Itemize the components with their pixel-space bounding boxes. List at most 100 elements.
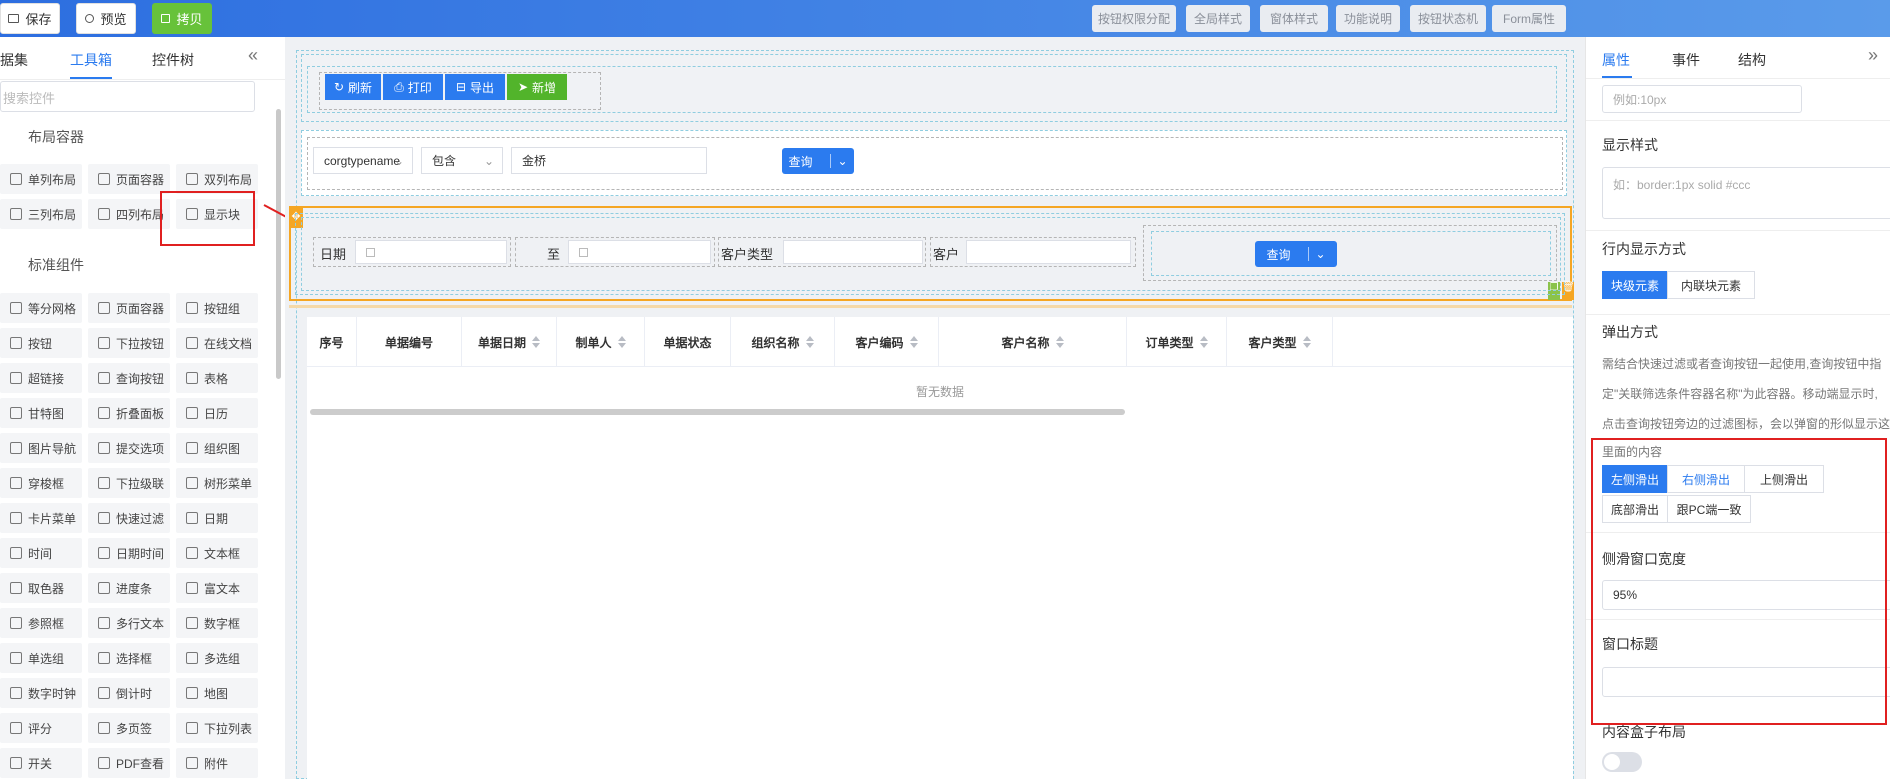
component-item[interactable]: 页面容器 (88, 293, 170, 323)
component-item[interactable]: 多页签 (88, 713, 170, 743)
layout-item[interactable]: 双列布局 (176, 164, 258, 194)
collapse-icon[interactable]: « (248, 45, 258, 66)
customer-input[interactable] (966, 240, 1131, 264)
tab-toolbox[interactable]: 工具箱 (70, 50, 112, 70)
component-item[interactable]: 日期时间 (88, 538, 170, 568)
save-button[interactable]: 保存 (0, 3, 60, 34)
col-doc-date[interactable]: 单据日期 (462, 317, 557, 367)
component-item[interactable]: 日历 (176, 398, 258, 428)
component-item[interactable]: 按钮组 (176, 293, 258, 323)
export-button[interactable]: ⊟ 导出 (445, 74, 505, 100)
filter-value-input[interactable]: 金桥 (511, 147, 707, 174)
component-item[interactable]: 穿梭框 (0, 468, 82, 498)
sort-icon[interactable] (1302, 336, 1311, 348)
filter-query-button[interactable]: 查询 ⌄ (782, 148, 854, 174)
component-item[interactable]: 时间 (0, 538, 82, 568)
component-item[interactable]: 倒计时 (88, 678, 170, 708)
col-doc-status[interactable]: 单据状态 (645, 317, 731, 367)
component-item[interactable]: 选择框 (88, 643, 170, 673)
component-item[interactable]: 数字时钟 (0, 678, 82, 708)
copy-button[interactable]: 拷贝 (152, 3, 212, 34)
layout-item[interactable]: 三列布局 (0, 199, 82, 229)
component-item[interactable]: 等分网格 (0, 293, 82, 323)
component-item[interactable]: 甘特图 (0, 398, 82, 428)
sort-icon[interactable] (532, 336, 540, 348)
col-doc-no[interactable]: 单据编号 (357, 317, 462, 367)
component-item[interactable]: 取色器 (0, 573, 82, 603)
preview-button[interactable]: 预览 (76, 3, 136, 34)
design-canvas[interactable]: ↻ 刷新 ⎙ 打印 ⊟ 导出 ➤ 新增 corgtypename ⌄ 包含 ⌄ 金桥 查… (285, 37, 1585, 779)
left-scrollbar[interactable] (276, 109, 281, 379)
tab-properties[interactable]: 属性 (1602, 50, 1630, 70)
data-table[interactable]: 序号 单据编号 单据日期 制单人 单据状态 组织名称 客户编码 客户名称 订单类… (307, 317, 1573, 779)
component-item[interactable]: 富文本 (176, 573, 258, 603)
filter-operator-select[interactable]: 包含 ⌄ (421, 147, 503, 174)
component-item[interactable]: 进度条 (88, 573, 170, 603)
padding-input[interactable]: 例如:10px (1602, 85, 1802, 113)
component-item[interactable]: 组织图 (176, 433, 258, 463)
sort-icon[interactable] (805, 336, 814, 348)
form-style-button[interactable]: 窗体样式 (1260, 5, 1328, 32)
layout-item[interactable]: 四列布局 (88, 199, 170, 229)
search-input[interactable]: 搜索控件 (0, 81, 255, 112)
component-item[interactable]: 下拉级联 (88, 468, 170, 498)
refresh-button[interactable]: ↻ 刷新 (325, 74, 381, 100)
component-item[interactable]: 图片导航 (0, 433, 82, 463)
component-item[interactable]: 下拉列表 (176, 713, 258, 743)
button-state-machine-button[interactable]: 按钮状态机 (1410, 5, 1486, 32)
add-button[interactable]: ➤ 新增 (507, 74, 567, 100)
col-customer-type[interactable]: 客户类型 (1227, 317, 1333, 367)
form-properties-button[interactable]: Form属性 (1492, 5, 1566, 32)
flex-layout-toggle[interactable] (1602, 752, 1642, 772)
component-item[interactable]: 卡片菜单 (0, 503, 82, 533)
query-button[interactable]: 查询 ⌄ (1255, 241, 1337, 267)
help-button[interactable]: 功能说明 (1336, 5, 1400, 32)
col-customer-code[interactable]: 客户编码 (835, 317, 939, 367)
block-element-option[interactable]: 块级元素 (1602, 271, 1668, 299)
component-item[interactable]: 在线文档 (176, 328, 258, 358)
component-item[interactable]: 附件 (176, 748, 258, 778)
sort-icon[interactable] (617, 336, 626, 348)
component-item[interactable]: 提交选项 (88, 433, 170, 463)
inline-block-option[interactable]: 内联块元素 (1667, 271, 1755, 299)
filter-field-select[interactable]: corgtypename ⌄ (313, 147, 413, 174)
component-item[interactable]: 快速过滤 (88, 503, 170, 533)
component-item[interactable]: 折叠面板 (88, 398, 170, 428)
component-item[interactable]: 参照框 (0, 608, 82, 638)
expand-icon[interactable]: » (1868, 45, 1878, 66)
component-item[interactable]: 下拉按钮 (88, 328, 170, 358)
date-start-input[interactable] (355, 240, 507, 264)
tab-dataset[interactable]: 据集 (0, 50, 28, 70)
col-index[interactable]: 序号 (307, 317, 357, 367)
sort-icon[interactable] (1055, 336, 1064, 348)
component-item[interactable]: 数字框 (176, 608, 258, 638)
tab-control-tree[interactable]: 控件树 (152, 50, 194, 70)
tab-events[interactable]: 事件 (1672, 50, 1700, 70)
component-item[interactable]: 树形菜单 (176, 468, 258, 498)
component-item[interactable]: 表格 (176, 363, 258, 393)
sort-icon[interactable] (909, 336, 918, 348)
global-style-button[interactable]: 全局样式 (1186, 5, 1250, 32)
component-item[interactable]: 地图 (176, 678, 258, 708)
date-end-input[interactable] (568, 240, 711, 264)
component-item[interactable]: 开关 (0, 748, 82, 778)
component-item[interactable]: PDF查看 (88, 748, 170, 778)
col-customer-name[interactable]: 客户名称 (939, 317, 1127, 367)
component-item[interactable]: 按钮 (0, 328, 82, 358)
component-item[interactable]: 文本框 (176, 538, 258, 568)
component-item[interactable]: 评分 (0, 713, 82, 743)
component-item[interactable]: 查询按钮 (88, 363, 170, 393)
sort-icon[interactable] (1199, 336, 1208, 348)
component-item[interactable]: 单选组 (0, 643, 82, 673)
col-creator[interactable]: 制单人 (557, 317, 645, 367)
col-org-name[interactable]: 组织名称 (731, 317, 835, 367)
button-permission-button[interactable]: 按钮权限分配 (1092, 5, 1176, 32)
print-button[interactable]: ⎙ 打印 (383, 74, 443, 100)
component-item[interactable]: 多选组 (176, 643, 258, 673)
table-h-scrollbar[interactable] (310, 409, 1125, 415)
customer-type-input[interactable] (783, 240, 923, 264)
layout-item[interactable]: 单列布局 (0, 164, 82, 194)
component-item[interactable]: 多行文本 (88, 608, 170, 638)
tab-structure[interactable]: 结构 (1738, 50, 1766, 70)
col-order-type[interactable]: 订单类型 (1127, 317, 1227, 367)
